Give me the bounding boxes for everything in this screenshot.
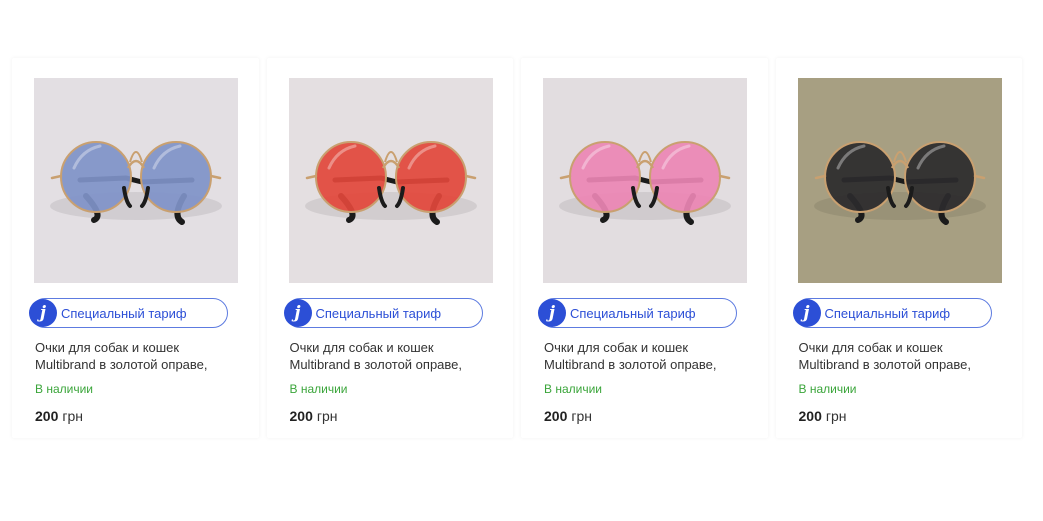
product-price: 200 грн	[799, 408, 847, 424]
tariff-label: Специальный тариф	[570, 305, 696, 321]
product-image[interactable]	[543, 78, 747, 283]
product-image[interactable]	[34, 78, 238, 283]
lens-right	[394, 141, 467, 213]
product-price: 200 грн	[35, 408, 83, 424]
price-value: 200	[544, 408, 568, 424]
product-image[interactable]	[797, 78, 1002, 283]
info-j-icon: j	[792, 299, 821, 327]
availability-status: В наличии	[544, 382, 603, 396]
availability-status: В наличии	[35, 382, 94, 396]
product-title-line: Multibrand в золотой оправе,	[544, 357, 717, 372]
product-title[interactable]: Очки для собак и кошек Multibrand в золо…	[35, 339, 250, 373]
info-j-icon: j	[283, 299, 312, 327]
special-tariff-badge[interactable]: j Специальный тариф	[792, 298, 992, 328]
special-tariff-badge[interactable]: j Специальный тариф	[538, 298, 737, 328]
product-grid: j Специальный тариф Очки для собак и кош…	[12, 58, 1022, 438]
tariff-label: Специальный тариф	[315, 305, 442, 321]
lens-left	[569, 141, 641, 213]
product-title-line: Очки для собак и кошек	[35, 340, 180, 355]
info-j-icon: j	[29, 299, 57, 327]
price-value: 200	[289, 408, 313, 424]
product-title-line: Очки для собак и кошек	[544, 340, 689, 355]
glasses-illustration	[34, 78, 238, 283]
product-price: 200 грн	[544, 408, 592, 424]
lens-left	[823, 141, 896, 213]
product-title[interactable]: Очки для собак и кошек Multibrand в золо…	[544, 339, 759, 373]
product-title-line: Multibrand в золотой оправе,	[289, 357, 463, 372]
tariff-label: Специальный тариф	[824, 305, 951, 321]
price-currency: грн	[62, 408, 83, 424]
special-tariff-badge[interactable]: j Специальный тариф	[29, 298, 228, 328]
lens-right	[649, 141, 721, 213]
special-tariff-badge[interactable]: j Специальный тариф	[283, 298, 483, 328]
lens-left	[60, 141, 132, 213]
product-title-line: Очки для собак и кошек	[798, 340, 943, 355]
product-price: 200 грн	[290, 408, 338, 424]
price-value: 200	[798, 408, 822, 424]
lens-left	[314, 141, 387, 213]
availability-status: В наличии	[289, 382, 348, 396]
price-currency: грн	[825, 408, 847, 424]
lens-right	[140, 141, 212, 213]
glasses-illustration	[797, 78, 1002, 283]
glasses-illustration	[543, 78, 747, 283]
product-card[interactable]: j Специальный тариф Очки для собак и кош…	[266, 58, 513, 438]
product-title[interactable]: Очки для собак и кошек Multibrand в золо…	[290, 339, 505, 373]
price-currency: грн	[316, 408, 338, 424]
tariff-label: Специальный тариф	[61, 305, 187, 321]
product-image[interactable]	[288, 78, 493, 283]
lens-right	[903, 141, 976, 213]
product-card[interactable]: j Специальный тариф Очки для собак и кош…	[775, 58, 1022, 438]
product-card[interactable]: j Специальный тариф Очки для собак и кош…	[12, 58, 259, 438]
product-title-line: Multibrand в золотой оправе,	[798, 357, 972, 372]
product-title[interactable]: Очки для собак и кошек Multibrand в золо…	[799, 339, 1014, 373]
product-title-line: Очки для собак и кошек	[289, 340, 434, 355]
glasses-illustration	[288, 78, 493, 283]
availability-status: В наличии	[798, 382, 857, 396]
product-title-line: Multibrand в золотой оправе,	[35, 357, 208, 372]
product-card[interactable]: j Специальный тариф Очки для собак и кош…	[521, 58, 768, 438]
price-currency: грн	[571, 408, 592, 424]
info-j-icon: j	[538, 299, 566, 327]
price-value: 200	[35, 408, 59, 424]
